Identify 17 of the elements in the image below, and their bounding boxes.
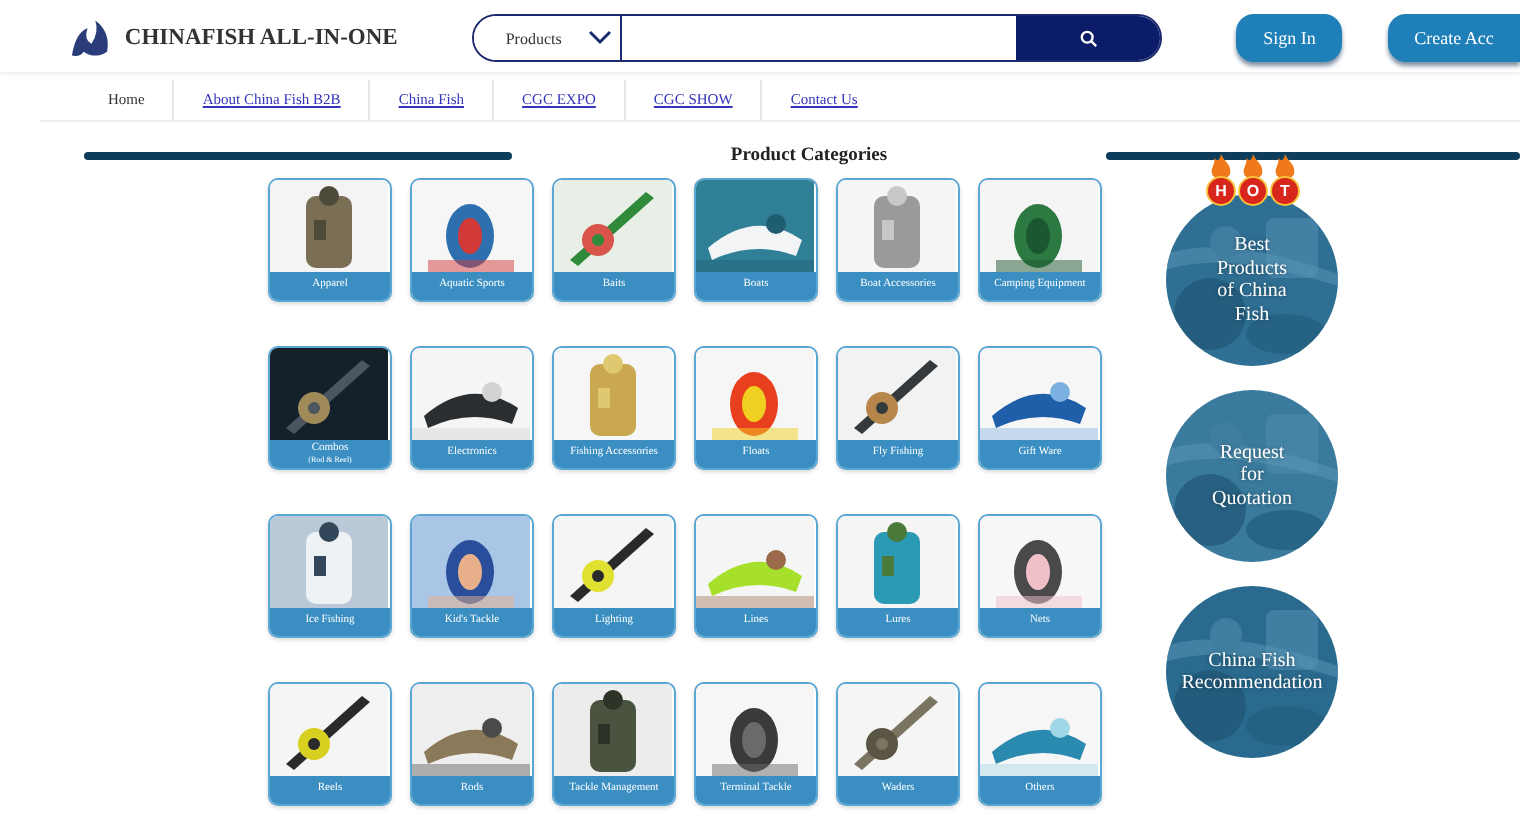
- brand-name: CHINAFISH ALL-IN-ONE: [124, 26, 398, 50]
- create-account-button[interactable]: Create Acc: [1388, 14, 1520, 62]
- search-icon: [1079, 29, 1098, 47]
- hot-letter: T: [1270, 176, 1300, 206]
- flame-icon: [1210, 154, 1232, 182]
- promo-circle[interactable]: Request for Quotation: [1166, 390, 1338, 562]
- chevron-icon: [587, 30, 612, 46]
- hot-letter: H: [1206, 176, 1236, 206]
- flame-icon: [1242, 154, 1264, 182]
- search-button[interactable]: [1016, 16, 1161, 60]
- promo-circle[interactable]: Best Products of China Fish: [1166, 194, 1338, 366]
- category-dropdown[interactable]: Products: [473, 16, 622, 60]
- promo-circle[interactable]: China Fish Recommendation: [1166, 586, 1338, 758]
- hot-letter: O: [1238, 176, 1268, 206]
- flame-icon: [1274, 154, 1296, 182]
- section-title: Product Categories: [728, 146, 890, 166]
- sign-in-button[interactable]: Sign In: [1236, 14, 1343, 62]
